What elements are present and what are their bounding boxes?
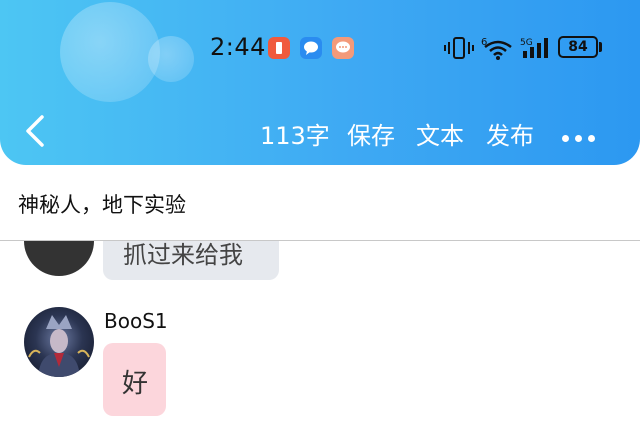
document-title[interactable]: 神秘人，地下实验: [18, 189, 186, 219]
decorative-bubble-small: [148, 36, 194, 82]
avatar: [24, 241, 94, 276]
battery-tip: [599, 42, 602, 52]
signal-icon: 5G: [520, 36, 554, 64]
sender-name: BooS1: [104, 309, 168, 333]
chat-notification-icon: [332, 37, 354, 59]
avatar[interactable]: [24, 307, 94, 377]
wifi-icon: 6: [481, 35, 515, 65]
notification-icon-red: [268, 37, 290, 59]
app-header: 2:44 6 5G 84 113字 保存 文本 发布: [0, 0, 640, 165]
back-arrow-icon[interactable]: [22, 114, 50, 148]
more-options-icon[interactable]: [562, 127, 601, 146]
save-button[interactable]: 保存: [347, 116, 395, 151]
word-count: 113字: [260, 122, 330, 150]
status-time: 2:44: [210, 33, 266, 61]
text-mode-button[interactable]: 文本: [416, 116, 464, 151]
vibrate-icon: [444, 36, 474, 64]
chat-content: 抓过来给我 BooS1 好: [0, 241, 640, 427]
publish-button[interactable]: 发布: [486, 116, 534, 151]
network-label: 5G: [520, 38, 533, 48]
message-bubble[interactable]: 好: [103, 343, 166, 416]
battery-indicator: 84: [558, 36, 598, 58]
message-text: 好: [122, 369, 149, 399]
message-notification-icon: [300, 37, 322, 59]
message-text: 抓过来给我: [123, 241, 243, 269]
decorative-bubble: [60, 2, 160, 102]
message-bubble[interactable]: 抓过来给我: [103, 241, 279, 280]
